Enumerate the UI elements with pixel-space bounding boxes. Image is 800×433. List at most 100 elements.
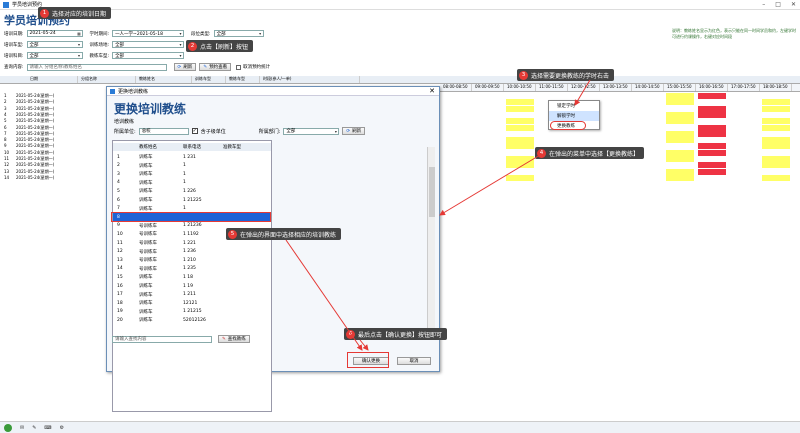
coach-row[interactable]: 16 训练车 1 19 — [113, 282, 271, 290]
close-icon[interactable]: ✕ — [791, 1, 796, 8]
section-select[interactable]: 全部 ▾ — [213, 30, 264, 37]
schedule-cell[interactable] — [698, 149, 726, 156]
chevron-down-icon[interactable]: ▾ — [258, 31, 263, 36]
schedule-cell[interactable] — [602, 112, 630, 118]
schedule-cell[interactable] — [474, 125, 502, 131]
cancel-button[interactable]: 取消 — [397, 357, 431, 365]
schedule-cell[interactable] — [762, 118, 790, 125]
schedule-cell[interactable] — [506, 162, 534, 169]
scroll-thumb[interactable] — [429, 167, 435, 217]
chevron-down-icon[interactable]: ▾ — [178, 53, 183, 58]
schedule-cell[interactable] — [602, 131, 630, 137]
schedule-cell[interactable] — [474, 162, 502, 168]
maximize-icon[interactable]: □ — [775, 1, 781, 8]
schedule-cell[interactable] — [538, 131, 566, 137]
coach-row[interactable]: 1 训练车 1 231 — [113, 153, 271, 161]
col-coach[interactable]: 教练姓名 — [136, 76, 192, 83]
date-picker[interactable]: 2021-05-24 ▦ — [26, 30, 83, 37]
schedule-cell[interactable] — [602, 106, 630, 112]
unit-input[interactable]: 总校 — [138, 127, 189, 135]
chevron-down-icon[interactable]: ▾ — [333, 129, 338, 134]
schedule-cell[interactable] — [698, 105, 726, 112]
coach-row[interactable]: 4 训练车 1 — [113, 179, 271, 187]
chevron-down-icon[interactable]: ▾ — [178, 42, 183, 47]
col-slot[interactable]: 时段(参人/一单) — [260, 76, 360, 83]
schedule-cell[interactable] — [602, 125, 630, 131]
schedule-cell[interactable] — [506, 156, 534, 162]
col-group[interactable]: 分组名称 — [78, 76, 136, 83]
schedule-cell[interactable] — [538, 93, 566, 99]
chevron-down-icon[interactable]: ▾ — [178, 31, 183, 36]
col-train-car[interactable]: 训练车型 — [192, 76, 226, 83]
schedule-cell[interactable] — [442, 175, 470, 181]
schedule-cell[interactable] — [762, 162, 790, 169]
schedule-cell[interactable] — [698, 162, 726, 169]
coach-row[interactable]: 2 训练车 1 — [113, 162, 271, 170]
coach-row[interactable]: 6 训练车 1 21225 — [113, 196, 271, 204]
coach-row[interactable]: 19 训练车 1 21215 — [113, 308, 271, 316]
schedule-cell[interactable] — [698, 111, 726, 118]
schedule-cell[interactable] — [474, 112, 502, 118]
table-row[interactable]: 9 2021-05-24(星期一) — [4, 143, 54, 149]
schedule-cell[interactable] — [474, 93, 502, 99]
schedule-cell[interactable] — [442, 112, 470, 118]
schedule-cell[interactable] — [762, 137, 790, 144]
calendar-icon[interactable]: ▦ — [77, 31, 82, 36]
menu-item-unlock[interactable]: 解锁学时 — [549, 111, 599, 121]
coach-search-input[interactable]: 请输入查找内容 — [112, 335, 212, 343]
schedule-cell[interactable] — [666, 149, 694, 156]
table-row[interactable]: 12 2021-05-24(星期一) — [4, 162, 54, 168]
schedule-cell[interactable] — [666, 118, 694, 125]
checkbox-icon[interactable] — [236, 64, 242, 70]
schedule-cell[interactable] — [698, 124, 726, 131]
schedule-cell[interactable] — [666, 174, 694, 181]
period-select[interactable]: 一人一学~2021-05-18 ▾ — [112, 30, 185, 37]
table-row[interactable]: 6 2021-05-24(星期一) — [4, 125, 54, 131]
table-row[interactable]: 5 2021-05-24(星期一) — [4, 118, 54, 124]
table-row[interactable]: 3 2021-05-24(星期一) — [4, 106, 54, 112]
schedule-cell[interactable] — [442, 99, 470, 105]
coach-row[interactable]: 20 训练车 52012126 — [113, 316, 271, 324]
schedule-cell[interactable] — [762, 143, 790, 150]
schedule-cell[interactable] — [666, 130, 694, 137]
schedule-cell[interactable] — [602, 93, 630, 99]
schedule-cell[interactable] — [506, 99, 534, 106]
schedule-cell[interactable] — [634, 137, 662, 143]
dialog-refresh-button[interactable]: ⟳ 刷新 — [342, 127, 366, 135]
schedule-cell[interactable] — [666, 93, 694, 99]
chat-icon[interactable]: ✉ — [20, 425, 24, 431]
col-coach-car[interactable]: 教练车型 — [226, 76, 260, 83]
car-select[interactable]: 全部 ▾ — [26, 41, 83, 48]
schedule-cell[interactable] — [698, 143, 726, 150]
schedule-cell[interactable] — [538, 137, 566, 143]
schedule-cell[interactable] — [634, 125, 662, 131]
schedule-cell[interactable] — [442, 93, 470, 99]
schedule-cell[interactable] — [506, 143, 534, 150]
col-date[interactable]: 日期 — [0, 76, 78, 83]
coach-row[interactable]: 15 训练车 1 18 — [113, 273, 271, 281]
find-coach-button[interactable]: ✎ 查找教练 — [218, 335, 250, 343]
table-row[interactable]: 2 2021-05-24(星期一) — [4, 99, 54, 105]
table-row[interactable]: 10 2021-05-24(星期一) — [4, 150, 54, 156]
schedule-cell[interactable] — [666, 168, 694, 175]
table-row[interactable]: 7 2021-05-24(星期一) — [4, 131, 54, 137]
table-row[interactable]: 13 2021-05-24(星期一) — [4, 169, 54, 175]
schedule-cell[interactable] — [762, 105, 790, 112]
edit-icon[interactable]: ✎ — [32, 425, 36, 431]
type-select[interactable]: 全部 ▾ — [112, 52, 185, 59]
schedule-cell[interactable] — [506, 137, 534, 144]
schedule-cell[interactable] — [474, 169, 502, 175]
schedule-cell[interactable] — [698, 130, 726, 137]
dept-select[interactable]: 全部 ▾ — [283, 127, 340, 135]
schedule-cell[interactable] — [442, 137, 470, 143]
schedule-cell[interactable] — [442, 156, 470, 162]
schedule-cell[interactable] — [666, 111, 694, 118]
schedule-cell[interactable] — [442, 118, 470, 124]
schedule-cell[interactable] — [634, 106, 662, 112]
refresh-button[interactable]: ⟳ 刷新 — [173, 63, 197, 71]
chevron-down-icon[interactable]: ▾ — [77, 42, 82, 47]
schedule-cell[interactable] — [506, 174, 534, 181]
coach-row[interactable]: 18 训练车 12121 — [113, 299, 271, 307]
schedule-cell[interactable] — [474, 143, 502, 149]
cancel-stat-checkbox[interactable]: 取消预约统计 — [236, 64, 270, 70]
